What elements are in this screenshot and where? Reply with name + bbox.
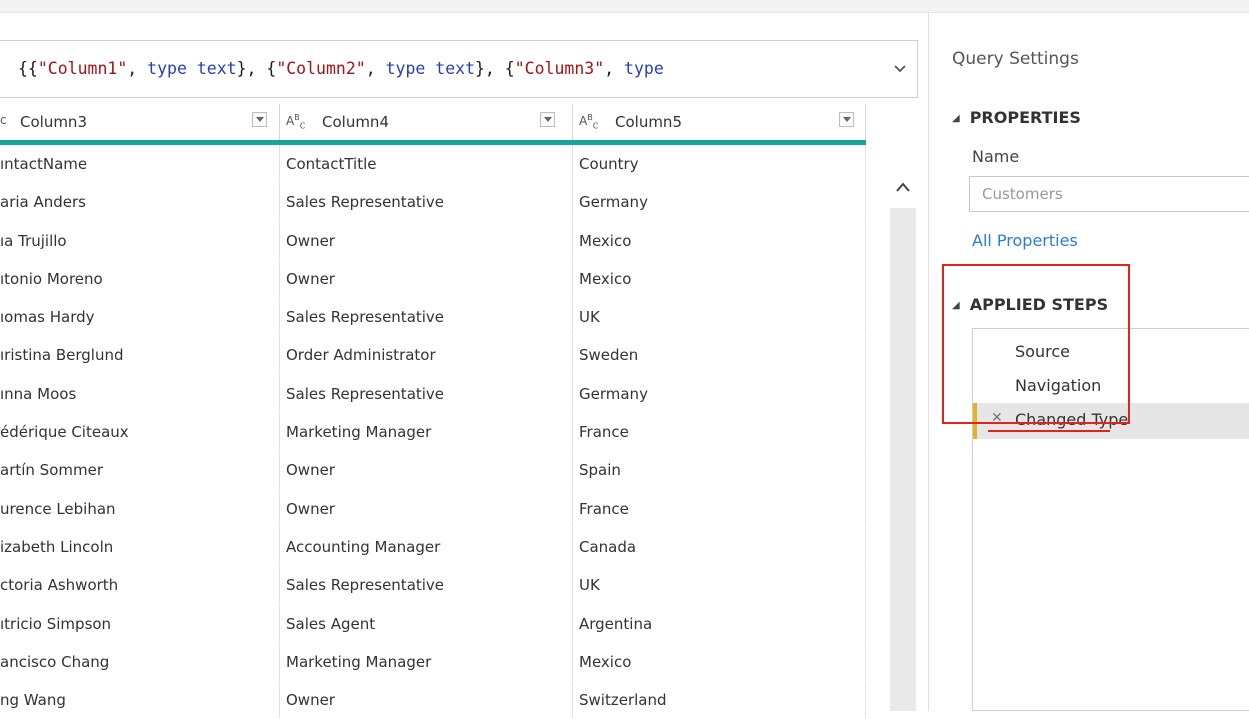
ribbon-strip [0,0,1249,13]
formula-token: {{ [18,59,38,78]
formula-bar[interactable]: {{"Column1", type text}, {"Column2", typ… [0,40,918,98]
table-cell[interactable]: ıtonio Moreno [0,259,280,298]
table-cell[interactable]: Marketing Manager [280,642,573,681]
table-cell[interactable]: Order Administrator [280,336,573,374]
formula-token: "Column3" [514,59,605,78]
table-cell[interactable]: Country [573,145,866,183]
table-cell[interactable]: urence Lebihan [0,489,280,527]
table-cell[interactable]: aria Anders [0,183,280,221]
formula-token: type text [147,59,237,78]
table-cell[interactable]: ng Wang [0,681,280,719]
table-cell[interactable]: Owner [280,259,573,298]
formula-token: , [127,59,148,78]
table-cell[interactable]: Accounting Manager [280,527,573,566]
query-settings-title: Query Settings [952,49,1079,69]
table-cell[interactable]: Argentina [573,604,866,642]
all-properties-link[interactable]: All Properties [972,231,1078,250]
table-cell[interactable]: ıa Trujillo [0,221,280,259]
table-cell[interactable]: Sales Representative [280,374,573,413]
text-type-icon[interactable]: ABC [579,113,598,130]
table-cell[interactable]: Spain [573,451,866,489]
text-type-icon[interactable]: ABC [286,113,305,130]
table-cell[interactable]: Mexico [573,642,866,681]
dropdown-arrow-icon[interactable] [540,112,555,127]
table-cell[interactable]: ıomas Hardy [0,298,280,336]
formula-token: "Column1" [37,59,128,78]
properties-section-header[interactable]: ◢ PROPERTIES [952,108,1081,127]
table-cell[interactable]: édérique Citeaux [0,413,280,451]
column-header-label: Column5 [615,113,682,131]
table-cell[interactable]: Germany [573,183,866,221]
table-cell[interactable]: Sales Agent [280,604,573,642]
table-cell[interactable]: ınna Moos [0,374,280,413]
table-cell[interactable]: France [573,413,866,451]
table-cell[interactable]: France [573,489,866,527]
table-cell[interactable]: ContactTitle [280,145,573,183]
chevron-down-icon[interactable] [892,61,912,81]
table-cell[interactable]: UK [573,566,866,604]
table-cell[interactable]: Sweden [573,336,866,374]
table-cell[interactable]: Marketing Manager [280,413,573,451]
table-cell[interactable]: Sales Representative [280,566,573,604]
scrollbar-track[interactable] [890,208,916,711]
column-header-column4[interactable]: ABC Column4 [280,104,573,140]
formula-token: , [604,59,625,78]
table-cell[interactable]: ıristina Berglund [0,336,280,374]
column-header-column5[interactable]: ABC Column5 [573,104,866,140]
formula-token: type text [385,59,475,78]
highlight-annotation-box [942,264,1130,424]
vertical-scrollbar[interactable] [886,166,920,711]
dropdown-arrow-icon[interactable] [839,112,854,127]
table-cell[interactable]: UK [573,298,866,336]
table-cell[interactable]: Owner [280,451,573,489]
table-cell[interactable]: ıtricio Simpson [0,604,280,642]
column-header-label: Column4 [322,113,389,131]
properties-heading: PROPERTIES [969,108,1081,127]
formula-token: , [365,59,386,78]
formula-token: type [624,59,664,78]
table-cell[interactable]: ctoria Ashworth [0,566,280,604]
table-cell[interactable]: Owner [280,489,573,527]
table-cell[interactable]: Sales Representative [280,183,573,221]
column-header-row: c Column3 ABC Column4 ABC Column5 [0,104,866,140]
table-cell[interactable]: Owner [280,221,573,259]
dropdown-arrow-icon[interactable] [252,112,267,127]
column-header-label: Column3 [20,113,87,131]
table-cell[interactable]: Mexico [573,259,866,298]
formula-token: }, { [475,59,515,78]
table-cell[interactable]: Germany [573,374,866,413]
table-cell[interactable]: ıntactName [0,145,280,183]
table-cell[interactable]: Mexico [573,221,866,259]
pane-divider [928,12,929,711]
table-cell[interactable]: Owner [280,681,573,719]
table-cell[interactable]: izabeth Lincoln [0,527,280,566]
data-grid: c Column3 ABC Column4 ABC Column5 ıntact… [0,104,866,719]
formula-token: "Column2" [276,59,366,78]
table-cell[interactable]: Switzerland [573,681,866,719]
text-type-icon[interactable]: c [0,113,7,127]
formula-token: }, { [236,59,277,78]
formula-text[interactable]: {{"Column1", type text}, {"Column2", typ… [18,59,664,78]
strike-annotation-line [988,430,1110,432]
table-cell[interactable]: ancisco Chang [0,642,280,681]
collapse-triangle-icon[interactable]: ◢ [952,113,960,124]
scroll-up-icon[interactable] [895,178,911,197]
table-cell[interactable]: Canada [573,527,866,566]
column-header-column3[interactable]: c Column3 [0,104,280,140]
table-cell[interactable]: Sales Representative [280,298,573,336]
query-name-input[interactable]: Customers [969,176,1249,212]
table-cell[interactable]: artín Sommer [0,451,280,489]
name-label: Name [972,147,1020,166]
